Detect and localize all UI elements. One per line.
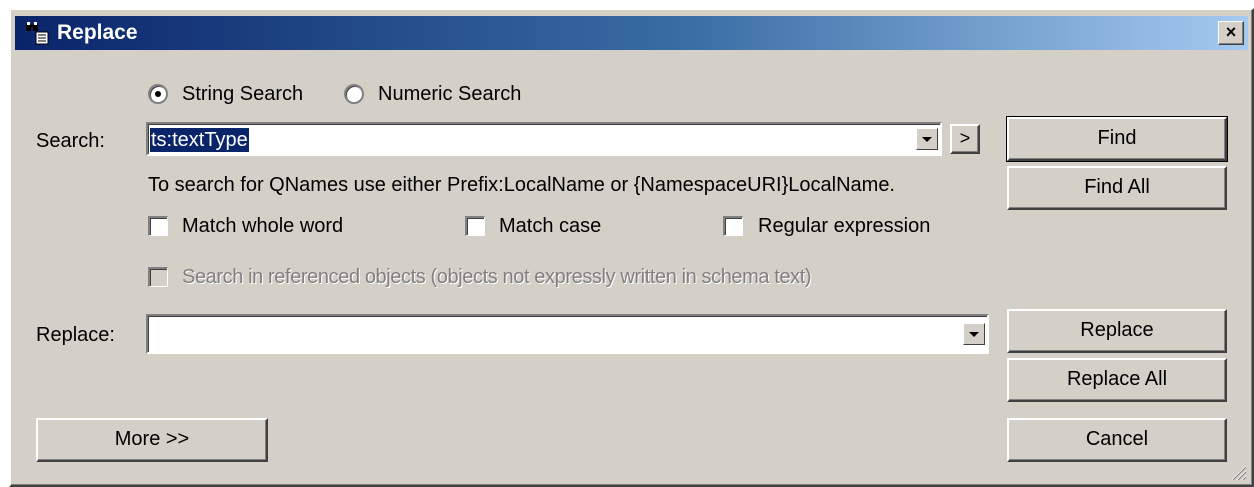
string-search-radio[interactable] <box>148 84 168 104</box>
search-dropdown-arrow-icon[interactable] <box>916 128 938 150</box>
regular-expression-label[interactable]: Regular expression <box>758 214 930 238</box>
replace-button[interactable]: Replace <box>1007 309 1227 353</box>
replace-dropdown-arrow-icon[interactable] <box>963 323 985 345</box>
search-input-value[interactable]: ts:textType <box>150 128 249 152</box>
title-bar: Replace × <box>15 16 1248 50</box>
numeric-search-radio[interactable] <box>344 84 364 104</box>
replace-label: Replace: <box>36 324 115 346</box>
match-whole-word-checkbox[interactable] <box>148 216 168 236</box>
resize-grip-icon[interactable] <box>1229 463 1247 481</box>
find-all-button[interactable]: Find All <box>1007 166 1227 210</box>
search-label: Search: <box>36 130 105 152</box>
cancel-button[interactable]: Cancel <box>1007 418 1227 462</box>
close-button[interactable]: × <box>1218 21 1244 45</box>
replace-combobox[interactable] <box>146 314 989 354</box>
window-title: Replace <box>57 21 138 44</box>
regular-expression-checkbox[interactable] <box>723 216 743 236</box>
referenced-objects-label: Search in referenced objects (objects no… <box>182 266 812 288</box>
search-combobox[interactable]: ts:textType <box>146 122 942 156</box>
binoculars-document-icon <box>26 22 49 45</box>
referenced-objects-checkbox <box>148 267 168 287</box>
more-button[interactable]: More >> <box>36 418 268 462</box>
numeric-search-label[interactable]: Numeric Search <box>378 82 521 106</box>
match-whole-word-label[interactable]: Match whole word <box>182 214 343 238</box>
search-expand-button[interactable]: > <box>950 124 980 154</box>
match-case-checkbox[interactable] <box>465 216 485 236</box>
radio-selected-dot <box>155 91 161 97</box>
find-button[interactable]: Find <box>1006 116 1228 162</box>
match-case-label[interactable]: Match case <box>499 214 601 238</box>
string-search-label[interactable]: String Search <box>182 82 303 106</box>
replace-all-button[interactable]: Replace All <box>1007 358 1227 402</box>
replace-dialog: Replace × String Search Numeric Search S… <box>9 8 1254 487</box>
search-hint: To search for QNames use either Prefix:L… <box>148 174 895 196</box>
